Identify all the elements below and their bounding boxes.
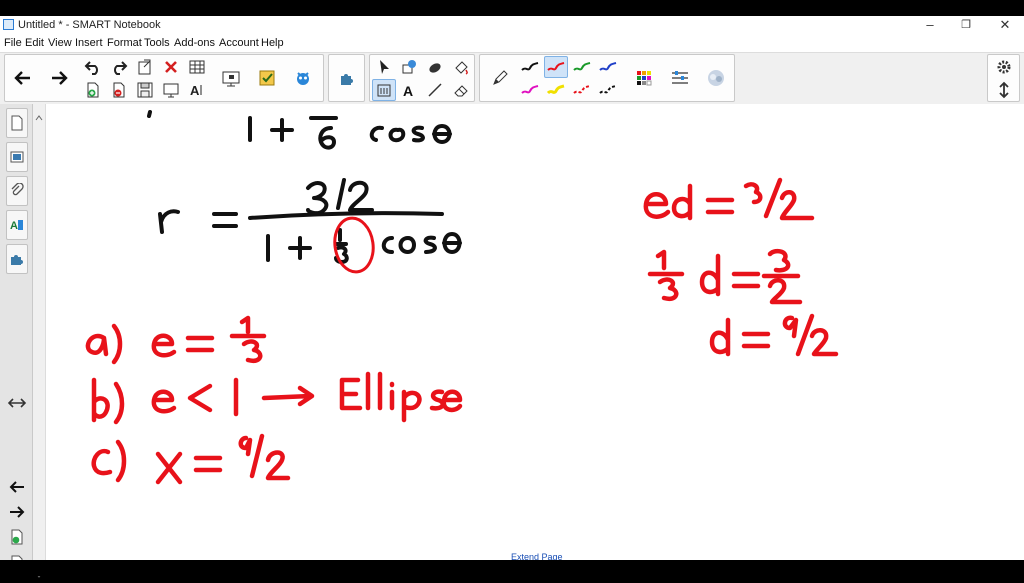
screen-share-icon[interactable] <box>159 79 183 101</box>
main-toolbar: A A <box>0 52 1024 106</box>
window-title: Untitled * - SMART Notebook <box>18 19 161 31</box>
title-bar: Untitled * - SMART Notebook – ❐ ✕ <box>0 16 1024 34</box>
bottom-black-bar <box>0 560 1024 576</box>
text-mode-icon[interactable] <box>372 79 396 101</box>
pen-red-selected[interactable] <box>544 56 568 78</box>
toolbar-position-icon[interactable] <box>992 79 1016 101</box>
color-palette-icon[interactable] <box>632 67 656 89</box>
text-icon[interactable]: A <box>185 79 209 101</box>
menu-view[interactable]: View <box>48 37 72 49</box>
eraser-icon[interactable] <box>423 56 447 78</box>
menu-format[interactable]: Format <box>107 37 142 49</box>
addons-tab-icon[interactable] <box>6 244 28 274</box>
toolbar-group-addon <box>328 54 365 102</box>
pen-green[interactable] <box>570 56 594 78</box>
fill-icon[interactable] <box>449 56 473 78</box>
checkmark-icon[interactable] <box>255 67 279 89</box>
add-page-tab-icon[interactable] <box>9 528 25 546</box>
black-handwriting-partial-fraction <box>147 110 452 150</box>
line-icon[interactable] <box>423 79 447 101</box>
addon-puzzle-icon[interactable] <box>335 67 359 89</box>
side-tab-bar: A <box>0 104 33 576</box>
pen-magenta[interactable] <box>518 79 542 101</box>
vertical-scrollbar[interactable] <box>33 104 46 578</box>
eraser-tool-icon[interactable] <box>449 79 473 101</box>
menu-help[interactable]: Help <box>261 37 284 49</box>
black-handwriting-polar-equation <box>158 178 462 264</box>
red-handwriting-answers <box>85 315 463 485</box>
document-camera-icon[interactable] <box>219 67 243 89</box>
print-icon[interactable] <box>107 79 131 101</box>
whiteboard-canvas[interactable]: Extend Page <box>46 104 1024 576</box>
scroll-up-icon[interactable] <box>35 108 43 121</box>
svg-text:A: A <box>10 220 18 232</box>
menu-bar: File Edit View Insert Format Tools Add-o… <box>0 34 1024 52</box>
svg-text:A: A <box>190 83 200 98</box>
restore-button[interactable]: ❐ <box>951 17 981 33</box>
handwriting-layer <box>85 110 839 485</box>
properties-tab-icon[interactable]: A <box>6 210 28 240</box>
shapes-icon[interactable] <box>397 56 421 78</box>
pen-red-dashed[interactable] <box>570 79 594 101</box>
menu-add-ons[interactable]: Add-ons <box>174 37 215 49</box>
save-icon[interactable] <box>133 79 157 101</box>
menu-account[interactable]: Account <box>219 37 259 49</box>
undo-icon[interactable] <box>81 56 105 78</box>
next-page-icon[interactable] <box>8 505 26 519</box>
previous-page-icon[interactable] <box>8 480 26 494</box>
gear-icon[interactable] <box>992 56 1016 78</box>
pen-black-dashed[interactable] <box>596 79 620 101</box>
minimize-button[interactable]: – <box>915 17 945 33</box>
add-page-icon[interactable] <box>81 79 105 101</box>
smart-notebook-app-icon <box>3 19 14 30</box>
select-icon[interactable] <box>372 56 396 78</box>
delete-icon[interactable] <box>159 56 183 78</box>
redo-icon[interactable] <box>107 56 131 78</box>
page-sorter-icon[interactable] <box>6 108 28 138</box>
pen-black[interactable] <box>518 56 542 78</box>
addon-icon[interactable] <box>291 67 315 89</box>
text-tool-icon[interactable]: A <box>397 79 421 101</box>
pen-blue[interactable] <box>596 56 620 78</box>
properties-icon[interactable] <box>668 67 692 89</box>
attachments-icon[interactable] <box>6 176 28 206</box>
gallery-icon[interactable] <box>704 67 728 89</box>
gallery-tab-icon[interactable] <box>6 142 28 172</box>
back-arrow-icon[interactable] <box>11 67 35 89</box>
menu-insert[interactable]: Insert <box>75 37 103 49</box>
app-window: Untitled * - SMART Notebook – ❐ ✕ File E… <box>0 16 1024 578</box>
close-button[interactable]: ✕ <box>990 17 1020 33</box>
move-sidebar-icon[interactable] <box>7 396 27 410</box>
toolbar-group-pens <box>479 54 735 102</box>
paste-icon[interactable] <box>133 56 157 78</box>
table-icon[interactable] <box>185 56 209 78</box>
red-handwriting-derivation <box>643 177 839 357</box>
svg-text:A: A <box>403 83 413 99</box>
pen-icon[interactable] <box>488 67 512 89</box>
highlighter-yellow[interactable] <box>544 79 568 101</box>
menu-file[interactable]: File <box>4 37 22 49</box>
toolbar-group-settings <box>987 54 1020 102</box>
menu-edit[interactable]: Edit <box>25 37 44 49</box>
menu-tools[interactable]: Tools <box>144 37 170 49</box>
toolbar-group-tools: A <box>369 54 475 102</box>
forward-arrow-icon[interactable] <box>47 67 71 89</box>
toolbar-group-page: A <box>4 54 324 102</box>
